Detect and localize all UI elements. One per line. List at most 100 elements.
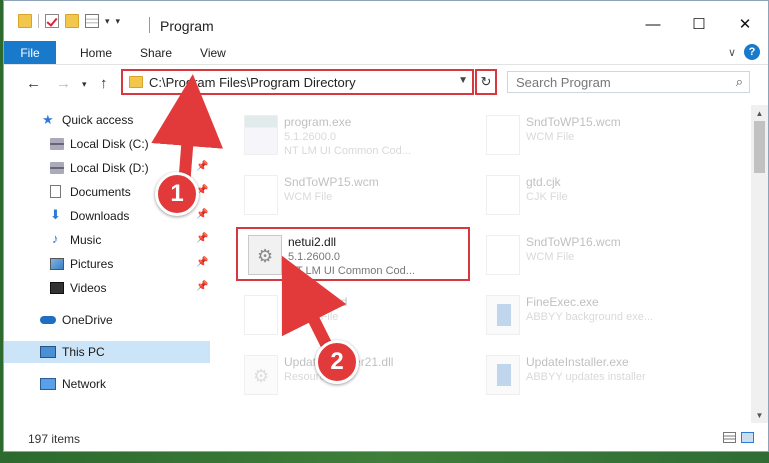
file-item[interactable]: SndToWP15.wcm WCM File (234, 169, 468, 223)
blank-file-icon (486, 235, 520, 275)
search-input[interactable]: Search Program ⌕ (507, 71, 750, 93)
callout-badge-1: 1 (155, 172, 199, 216)
recent-locations-chevron-icon[interactable]: ▾ (82, 79, 87, 90)
maximize-button[interactable]: ☐ (676, 9, 722, 39)
pin-icon[interactable]: 📌 (196, 281, 208, 292)
quick-access-toolbar: ▾ ▾ (18, 14, 120, 28)
expand-ribbon-icon[interactable]: ∨ (728, 46, 736, 59)
documents-icon (50, 185, 61, 198)
file-item[interactable]: gtd.cjk CJK File (476, 169, 710, 223)
file-item[interactable]: program.exe 5.1.2600.0 NT LM UI Common C… (234, 109, 468, 163)
pin-icon[interactable]: 📌 (196, 209, 208, 220)
nav-item-label: OneDrive (62, 313, 113, 327)
nav-item-onedrive[interactable]: OneDrive (4, 309, 210, 331)
file-type: WCM File (526, 131, 575, 143)
customize-toolbar-icon[interactable]: ▾ (116, 16, 121, 27)
properties-check-icon[interactable] (45, 14, 59, 28)
pictures-icon (50, 258, 64, 270)
details-view-icon[interactable] (723, 432, 736, 443)
scroll-up-icon[interactable]: ▲ (751, 105, 768, 121)
navigation-pane: ★ Quick access Local Disk (C:) 📌 Local D… (4, 105, 210, 423)
vertical-scrollbar[interactable]: ▲ ▼ (751, 105, 768, 423)
file-item[interactable]: AbExec.xcd WXCD File (234, 289, 468, 343)
file-description: ABBYY updates installer (526, 371, 646, 383)
up-arrow-icon[interactable]: ↑ (100, 75, 108, 92)
nav-item-label: Documents (70, 185, 131, 199)
tab-file[interactable]: File (4, 41, 56, 64)
nav-item-label: Local Disk (D:) (70, 161, 149, 175)
tab-home[interactable]: Home (66, 41, 126, 64)
nav-item-label: Network (62, 377, 107, 391)
file-item[interactable]: FineExec.exe ABBYY background exe... (476, 289, 710, 343)
ribbon-tabs: File Home Share View ∨ ? (4, 41, 768, 65)
file-description: NT LM UI Common Cod... (284, 145, 411, 157)
file-item[interactable]: UpdateInstaller.exe ABBYY updates instal… (476, 349, 710, 403)
title-bar: ▾ ▾ Program — ☐ ✕ (4, 1, 768, 41)
pin-icon[interactable]: 📌 (196, 137, 208, 148)
pin-icon[interactable]: 📌 (196, 233, 208, 244)
scroll-thumb[interactable] (754, 121, 765, 173)
blank-file-icon (486, 175, 520, 215)
nav-item-network[interactable]: Network (4, 373, 210, 395)
refresh-icon: ↻ (480, 74, 492, 89)
pin-icon[interactable]: 📌 (196, 161, 208, 172)
exe-file-icon (244, 115, 278, 155)
file-name: program.exe (284, 115, 352, 129)
tab-share[interactable]: Share (126, 41, 186, 64)
nav-item-label: Videos (70, 281, 107, 295)
file-type: WCM File (526, 251, 575, 263)
properties-icon[interactable] (85, 14, 99, 28)
item-count: 197 items (28, 432, 81, 446)
address-bar[interactable]: C:\Program Files\Program Directory ▼ (121, 69, 474, 95)
music-icon: ♪ (52, 231, 59, 246)
drive-icon (50, 162, 64, 174)
app-file-icon (486, 295, 520, 335)
title-divider (149, 17, 150, 33)
star-icon: ★ (42, 112, 54, 127)
nav-item-label: Local Disk (C:) (70, 137, 149, 151)
chevron-down-icon[interactable]: ▾ (105, 16, 110, 27)
dll-file-icon (248, 235, 282, 275)
folder-icon (18, 14, 32, 28)
file-description: ABBYY background exe... (526, 311, 653, 323)
nav-item-music[interactable]: ♪ Music 📌 (4, 229, 210, 251)
file-item[interactable]: SndToWP16.wcm WCM File (476, 229, 710, 283)
file-type: WXCD File (284, 311, 339, 323)
address-row: ← → ▾ ↑ C:\Program Files\Program Directo… (4, 65, 768, 105)
close-button[interactable]: ✕ (722, 9, 768, 39)
toolbar-divider (38, 14, 39, 28)
file-name: SndToWP15.wcm (284, 175, 379, 189)
file-item-netui2-dll[interactable]: netui2.dll 5.1.2600.0 NT LM UI Common Co… (236, 227, 470, 281)
pin-icon[interactable]: 📌 (196, 257, 208, 268)
file-name: AbExec.xcd (284, 295, 348, 309)
nav-item-label: Downloads (70, 209, 130, 223)
tiles-view-icon[interactable] (741, 432, 754, 443)
file-name: SndToWP15.wcm (526, 115, 621, 129)
forward-arrow-icon[interactable]: → (56, 75, 71, 92)
chevron-down-icon[interactable]: ▼ (458, 75, 468, 86)
file-type: CJK File (526, 191, 568, 203)
file-name: FineExec.exe (526, 295, 599, 309)
file-item[interactable]: SndToWP15.wcm WCM File (476, 109, 710, 163)
search-icon[interactable]: ⌕ (736, 74, 743, 90)
help-icon[interactable]: ? (744, 44, 760, 60)
main-area: ★ Quick access Local Disk (C:) 📌 Local D… (4, 105, 768, 423)
nav-item-quick-access[interactable]: ★ Quick access (4, 109, 210, 131)
cloud-icon (40, 316, 56, 324)
address-path: C:\Program Files\Program Directory (149, 74, 356, 90)
new-folder-icon[interactable] (65, 14, 79, 28)
nav-item-videos[interactable]: Videos 📌 (4, 277, 210, 299)
search-placeholder: Search Program (516, 74, 611, 90)
nav-item-label: Pictures (70, 257, 114, 271)
back-arrow-icon[interactable]: ← (26, 75, 41, 92)
scroll-down-icon[interactable]: ▼ (751, 407, 768, 423)
refresh-button[interactable]: ↻ (475, 69, 497, 95)
file-version: 5.1.2600.0 (284, 131, 336, 143)
nav-item-pictures[interactable]: Pictures 📌 (4, 253, 210, 275)
callout-badge-2: 2 (315, 340, 359, 384)
tab-view[interactable]: View (186, 41, 240, 64)
nav-item-local-disk-c[interactable]: Local Disk (C:) 📌 (4, 133, 210, 155)
nav-item-label: This PC (62, 345, 105, 359)
minimize-button[interactable]: — (630, 9, 676, 39)
nav-item-this-pc[interactable]: This PC (4, 341, 210, 363)
